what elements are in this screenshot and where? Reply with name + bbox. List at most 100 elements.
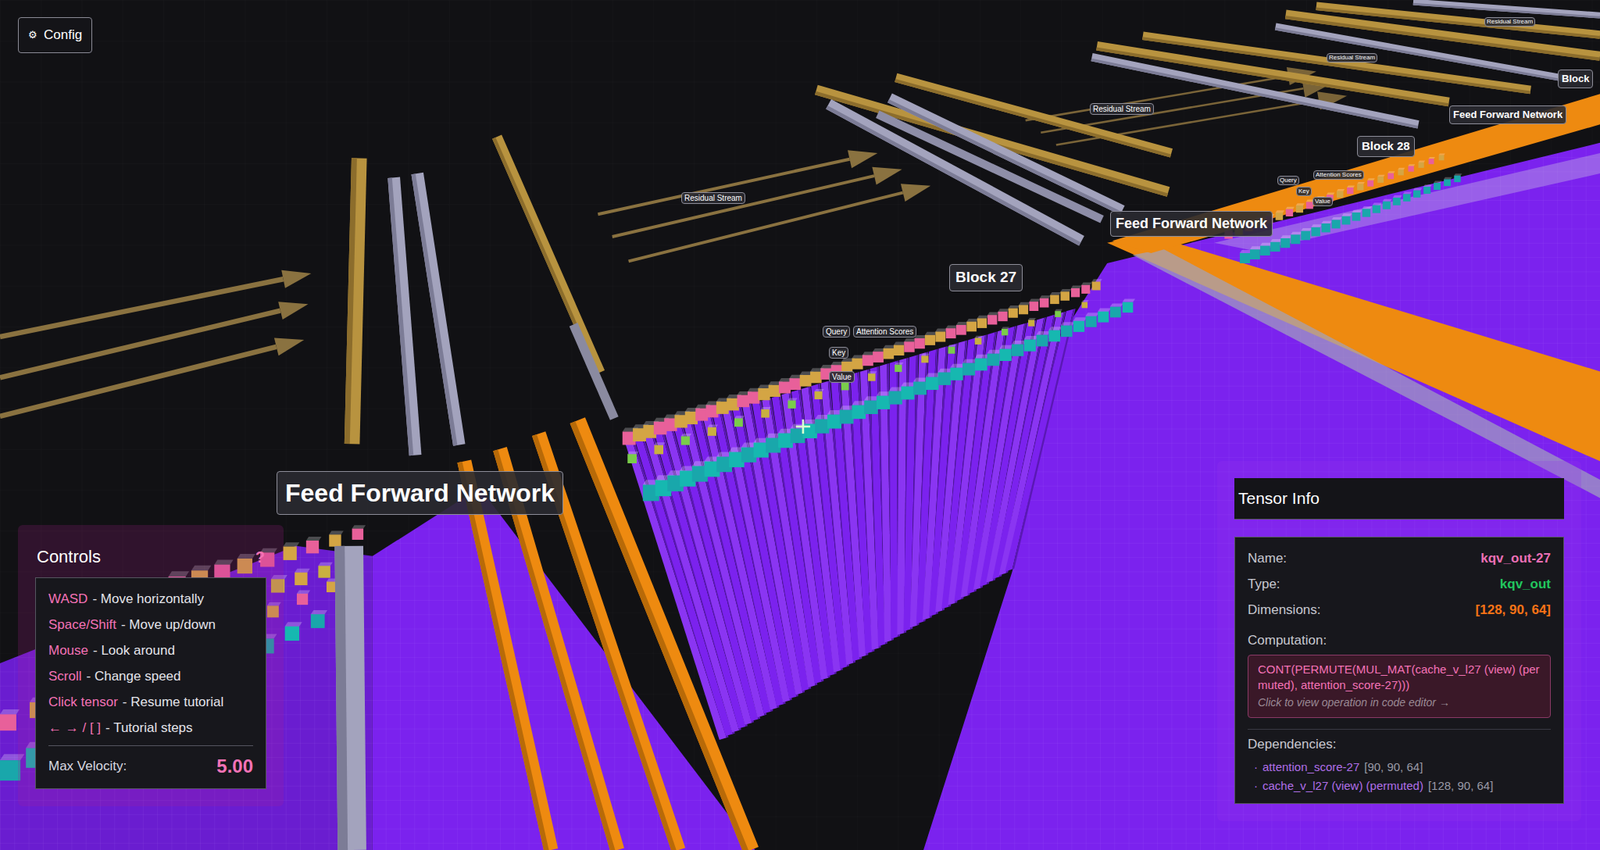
query-key-cube <box>1346 187 1354 194</box>
value-cube-top <box>1433 180 1443 183</box>
score-cube <box>294 572 308 586</box>
score-cube-top <box>734 415 745 418</box>
value-cube <box>1352 212 1361 222</box>
dependency-row[interactable]: ·cache_v_l27 (view) (permuted)[128, 90, … <box>1253 776 1551 796</box>
tensor-info-panel: Tensor Info Name:kqv_out-27Type:kqv_outD… <box>1217 460 1582 822</box>
binding-action: - Move horizontally <box>92 585 204 612</box>
dependency-name[interactable]: cache_v_l27 (view) (permuted) <box>1262 776 1424 796</box>
value-cube <box>1310 227 1320 236</box>
binding-key: Space/Shift <box>48 611 117 638</box>
ffn-bias-bar-side <box>492 449 615 850</box>
query-key-cube-top <box>1346 185 1355 187</box>
value-cube <box>1260 246 1271 257</box>
value-cube <box>950 367 963 381</box>
config-button[interactable]: ⚙ Config <box>17 17 93 54</box>
residual-bar-side <box>344 157 358 444</box>
query-key-cube <box>820 367 832 379</box>
query-key-cube-top <box>1336 189 1345 191</box>
query-key-cube-top <box>1306 200 1315 203</box>
value-cube <box>1250 249 1261 260</box>
score-cube <box>734 417 743 427</box>
query-key-cube-top <box>1008 305 1020 309</box>
query-key-cube-top <box>1367 178 1375 180</box>
value-cube-top <box>1035 331 1050 335</box>
info-label: Name: <box>1247 545 1287 572</box>
query-key-cube-top <box>1357 182 1365 184</box>
value-cube <box>1024 339 1036 352</box>
score-cube <box>317 565 330 578</box>
value-cube <box>925 376 940 390</box>
residual-label: Residual Stream <box>1326 53 1378 63</box>
norm-bar <box>569 322 619 421</box>
query-key-cube <box>1008 308 1018 318</box>
query-key-cube-top <box>987 311 1000 315</box>
arrow-head <box>278 301 308 320</box>
score-cube <box>814 391 823 400</box>
binding-action: - Tutorial steps <box>105 714 193 741</box>
query-key-cube-top <box>935 328 948 333</box>
value-cube-top <box>1060 321 1075 325</box>
query-key-cube <box>1316 198 1324 206</box>
binding-key: Click tensor <box>48 689 118 715</box>
crosshair-icon <box>802 419 805 434</box>
value-cube <box>1300 231 1311 241</box>
attention-scores-label: Attention Scores <box>1313 170 1365 180</box>
attention-fin <box>992 314 1054 579</box>
ffn-label: Feed Forward Network <box>1110 210 1273 237</box>
value-cube-top <box>1260 242 1272 247</box>
value-cube <box>1122 302 1134 314</box>
ffn-bias-bar-side <box>457 461 549 850</box>
score-cube-top <box>653 442 665 445</box>
query-key-cube-top <box>1285 207 1295 210</box>
value-cube <box>1280 238 1290 248</box>
value-cube-top <box>1392 195 1403 198</box>
velocity-label: Max Velocity: <box>48 756 127 777</box>
query-key-cube <box>1306 201 1314 209</box>
norm-bar-side <box>410 173 458 446</box>
ffn-bias-bar <box>457 459 558 850</box>
dependency-name[interactable]: attention_score-27 <box>1262 757 1360 777</box>
info-row: Type:kqv_out <box>1247 571 1551 597</box>
velocity-row: Max Velocity: 5.00 <box>48 745 254 781</box>
value-cube-top <box>310 610 328 615</box>
value-cube <box>1372 205 1381 214</box>
query-key-cube-top <box>1092 278 1103 282</box>
score-cube-top <box>1028 317 1036 320</box>
value-cube <box>1413 190 1421 198</box>
query-key-cube-top <box>977 315 990 319</box>
value-cube <box>1443 178 1451 186</box>
binding-row: Scroll- Change speed <box>48 663 254 690</box>
query-key-cube-top <box>1275 210 1285 213</box>
value-cube-top <box>1382 199 1393 202</box>
query-key-cube-top <box>1407 164 1415 166</box>
query-key-cube-top <box>925 332 938 336</box>
query-key-cube-top <box>1418 160 1426 163</box>
residual-arrow <box>628 191 904 264</box>
viewport[interactable]: Feed Forward NetworkBlock 27Feed Forward… <box>0 0 1600 850</box>
value-cube <box>1085 316 1097 328</box>
value-cube <box>1331 219 1340 229</box>
score-cube-top <box>841 380 851 383</box>
controls-box: WASD- Move horizontallySpace/Shift- Move… <box>35 577 267 790</box>
value-cube <box>1110 307 1122 318</box>
ffn-bias-bar-side <box>570 421 750 850</box>
binding-row: ← → / [ ]- Tutorial steps <box>48 714 254 741</box>
query-key-cube <box>831 364 843 376</box>
dependency-row[interactable]: ·attention_score-27[90, 90, 64] <box>1253 757 1551 777</box>
query-key-cube-top <box>352 525 366 529</box>
binding-action: - Change speed <box>86 663 182 690</box>
query-key-cube <box>800 375 812 387</box>
query-key-cube-top <box>966 318 979 322</box>
value-cube <box>864 400 879 415</box>
score-cube-top <box>627 451 639 455</box>
key-label: Key <box>828 346 849 359</box>
query-key-cube <box>768 385 781 397</box>
query-label: Query <box>1277 175 1300 186</box>
value-cube <box>827 414 842 429</box>
help-button[interactable]: ? <box>255 545 265 569</box>
value-cube-top <box>1321 221 1333 224</box>
computation-box[interactable]: CONT(PERMUTE(MUL_MAT(cache_v_l27 (view) … <box>1247 654 1551 718</box>
score-cube <box>681 435 690 445</box>
query-key-cube <box>810 371 822 384</box>
gear-icon: ⚙ <box>28 27 38 43</box>
